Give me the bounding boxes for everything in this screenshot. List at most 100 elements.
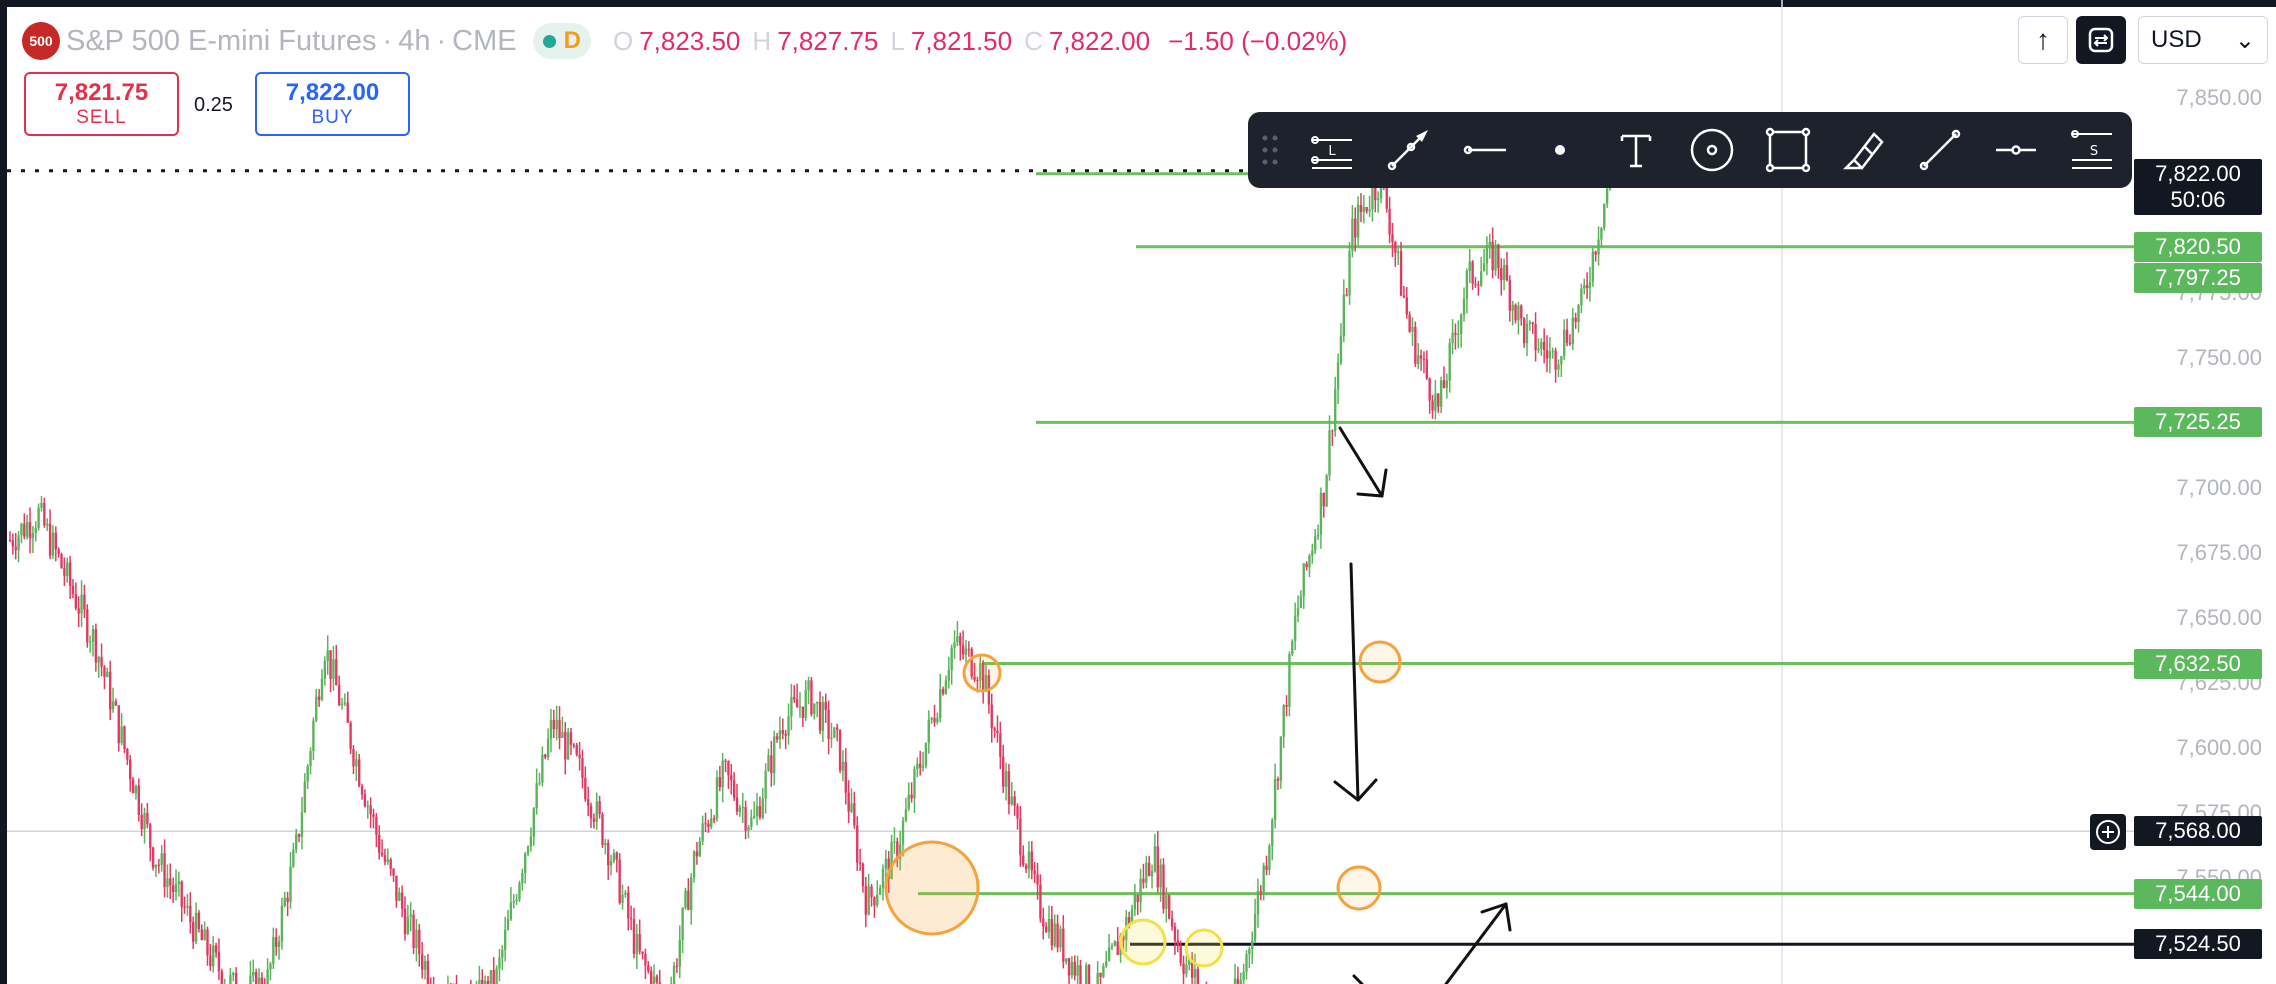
market-status-pill[interactable]: D <box>532 23 591 59</box>
candle-body <box>1253 914 1257 941</box>
candle-body <box>744 807 747 831</box>
candle-body <box>1502 264 1506 281</box>
dot-icon[interactable] <box>1532 122 1588 178</box>
symbol-name[interactable]: S&P 500 E-mini Futures <box>66 25 377 58</box>
candle-body <box>1491 241 1494 271</box>
candle-body <box>555 719 558 730</box>
candle-body <box>524 853 527 873</box>
candle-body <box>778 730 782 740</box>
candle-body <box>701 823 704 842</box>
add-alert-button[interactable] <box>2090 814 2126 850</box>
candle-body <box>767 755 770 771</box>
buy-button[interactable]: 7,822.00 BUY <box>255 72 410 136</box>
highlighter-icon[interactable] <box>1836 122 1892 178</box>
candle-body <box>1534 324 1537 351</box>
price-label-text: 7,544.00 <box>2155 880 2241 906</box>
candle-body <box>858 862 862 864</box>
candle-body <box>120 726 123 744</box>
horizontal-lines-label-icon[interactable]: L <box>1304 122 1360 178</box>
price-label: 7,725.25 <box>2134 407 2262 438</box>
candle-body <box>721 760 724 788</box>
candle-body <box>681 907 684 941</box>
candle-body <box>933 717 936 723</box>
candle-body <box>927 719 930 743</box>
pen-arrow-icon[interactable] <box>1380 122 1436 178</box>
candle-body <box>830 737 833 739</box>
candle-body <box>232 973 235 976</box>
candle-body <box>369 805 372 815</box>
candle-body <box>795 699 799 708</box>
candle-body <box>169 878 172 886</box>
candle-body <box>655 976 659 983</box>
candle-body <box>959 636 962 646</box>
candle-body <box>764 770 767 799</box>
replay-frame-icon <box>2088 27 2114 53</box>
candle-body <box>503 929 507 950</box>
chevron-down-icon: ⌄ <box>2234 26 2255 54</box>
candle-body <box>595 801 598 822</box>
candle-body <box>171 885 175 892</box>
candle-body <box>1239 980 1242 984</box>
candle-body <box>257 977 261 984</box>
horizontal-ray-icon[interactable] <box>1456 122 1512 178</box>
candle-body <box>953 642 956 648</box>
rectangle-tool-icon[interactable] <box>1760 122 1816 178</box>
candle-body <box>1248 948 1251 955</box>
candle-body <box>71 585 75 595</box>
candle-body <box>154 864 158 868</box>
candle-body <box>1557 364 1560 370</box>
trend-line-icon[interactable] <box>1912 122 1968 178</box>
candle-body <box>993 728 996 731</box>
candle-body <box>66 562 69 576</box>
candle-body <box>710 818 713 828</box>
candle-body <box>180 881 183 907</box>
candle-body <box>94 629 98 663</box>
candle-body <box>360 786 364 795</box>
candle-body <box>306 766 309 782</box>
candle-body <box>1033 870 1036 875</box>
symbol-logo[interactable]: 500 <box>22 22 60 60</box>
candle-body <box>357 759 361 787</box>
sell-button[interactable]: 7,821.75 SELL <box>24 72 179 136</box>
circle-tool-icon[interactable] <box>1684 122 1740 178</box>
candle-body <box>126 748 129 760</box>
candle-body <box>80 594 83 614</box>
candle-body <box>821 702 825 731</box>
candle-body <box>203 929 206 941</box>
interval-label[interactable]: 4h <box>398 25 430 58</box>
separator-dot: · <box>382 24 393 57</box>
candle-body <box>1520 305 1523 319</box>
price-label-text: 7,632.50 <box>2155 650 2241 676</box>
candle-body <box>1565 329 1569 343</box>
candle-body <box>1162 864 1165 909</box>
horizontal-segment-icon[interactable] <box>1988 122 2044 178</box>
candle-body <box>260 977 264 984</box>
ohlc-open-key: O <box>612 25 634 56</box>
text-tool-icon[interactable] <box>1608 122 1664 178</box>
candle-body <box>303 781 307 813</box>
candle-body <box>1047 918 1051 932</box>
candle-body <box>51 532 55 556</box>
candle-body <box>1414 326 1417 364</box>
candle-body <box>151 847 155 868</box>
candle-body <box>1603 203 1606 228</box>
candle-body <box>815 701 819 704</box>
candle-body <box>1351 218 1354 251</box>
grip-icon[interactable] <box>1260 134 1280 166</box>
candle-body <box>380 852 384 856</box>
candle-body <box>212 945 215 967</box>
candle-body <box>423 960 427 970</box>
candle-body <box>1439 380 1443 407</box>
currency-select[interactable]: USD ⌄ <box>2138 16 2268 64</box>
candle-body <box>183 906 186 908</box>
candle-body <box>343 702 347 704</box>
candle-body <box>1457 333 1460 335</box>
candle-body <box>349 722 352 750</box>
publish-button[interactable]: ↑ <box>2018 16 2068 64</box>
candle-body <box>1448 343 1451 381</box>
candle-body <box>389 859 392 869</box>
candle-body <box>149 824 152 848</box>
replay-toggle-button[interactable] <box>2076 16 2126 64</box>
settings-lines-icon[interactable]: S <box>2064 122 2120 178</box>
price-tick-label: 7,600.00 <box>2176 735 2262 760</box>
